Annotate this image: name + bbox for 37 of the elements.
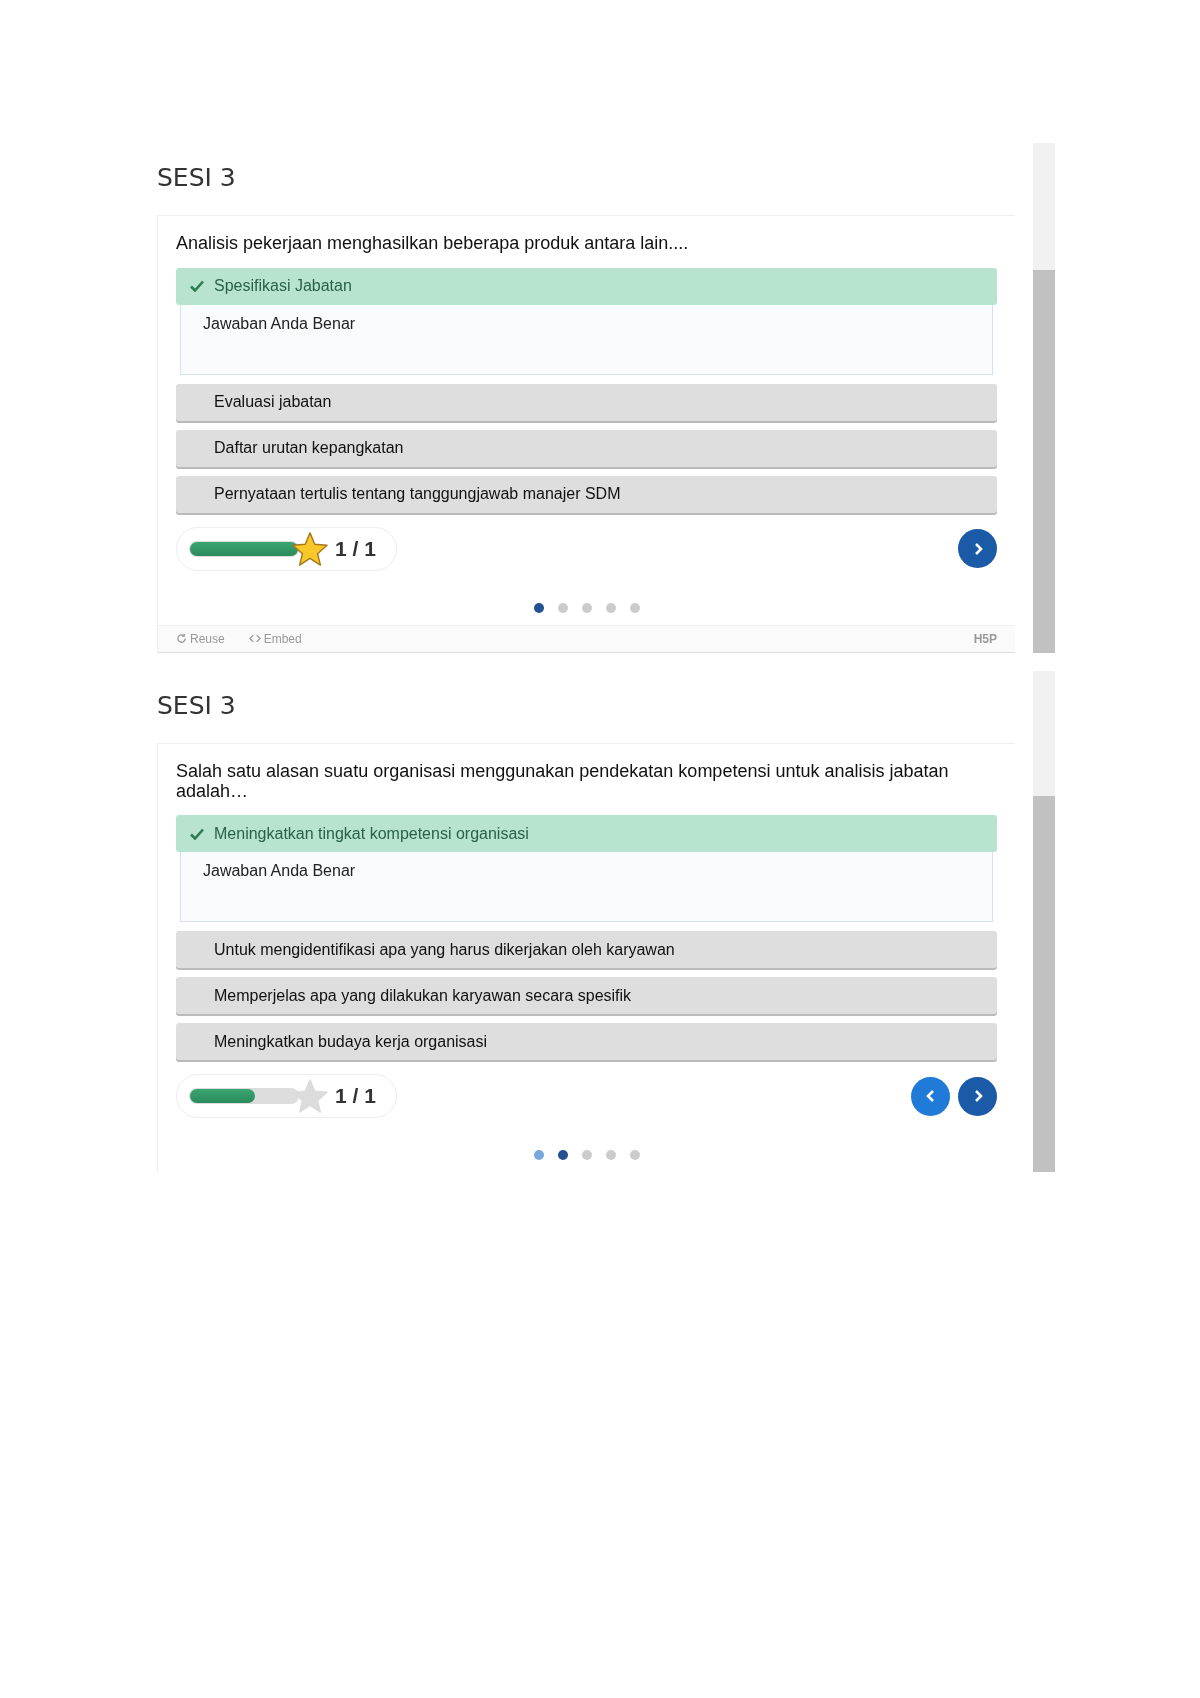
page-dot[interactable]: [557, 1150, 568, 1161]
check-icon: [190, 827, 204, 840]
question-text: Analisis pekerjaan menghasilkan beberapa produk antara lain....: [176, 234, 690, 254]
feedback-text: Jawaban Anda Benar: [203, 862, 356, 880]
answer-option[interactable]: Meningkatkan tingkat kompetensi organisasi: [176, 815, 997, 853]
chevron-left-icon: [924, 1090, 937, 1103]
answer-option[interactable]: Pernyataan tertulis tentang tanggungjawab manajer SDM: [176, 475, 997, 513]
page-dot[interactable]: [605, 1150, 616, 1161]
answer-option[interactable]: Evaluasi jabatan: [176, 383, 997, 421]
refresh-icon: [176, 633, 187, 645]
page-dot[interactable]: [629, 1150, 640, 1161]
answer-option[interactable]: Untuk mengidentifikasi apa yang harus dikerjakan oleh karyawan: [176, 931, 997, 969]
page-dot[interactable]: [629, 602, 640, 613]
page-dot[interactable]: [605, 602, 616, 613]
answer-option[interactable]: Spesifikasi Jabatan: [176, 267, 997, 305]
check-icon: [190, 280, 204, 293]
page-dot[interactable]: [533, 602, 544, 613]
section-title: SESI 3: [157, 690, 237, 721]
score-text: 1 / 1: [335, 536, 376, 561]
answer-option[interactable]: Memperjelas apa yang dilakukan karyawan secara spesifik: [176, 977, 997, 1015]
next-button[interactable]: [958, 1076, 997, 1116]
page-dot[interactable]: [581, 1150, 592, 1161]
scrollbar[interactable]: [1033, 670, 1055, 1173]
feedback-text: Jawaban Anda Benar: [203, 314, 356, 332]
page-dot[interactable]: [581, 602, 592, 613]
scrollbar[interactable]: [1033, 143, 1055, 653]
page-dot[interactable]: [533, 1150, 544, 1161]
page-dot[interactable]: [557, 602, 568, 613]
answer-option[interactable]: Daftar urutan kepangkatan: [176, 429, 997, 467]
code-icon: [248, 634, 261, 644]
question-text: Salah satu alasan suatu organisasi menggunakan pendekatan kompetensi untuk analisis jabatan adalah…: [176, 761, 950, 802]
previous-button[interactable]: [911, 1076, 950, 1116]
score-text: 1 / 1: [335, 1084, 376, 1109]
answer-option[interactable]: Meningkatkan budaya kerja organisasi: [176, 1023, 997, 1061]
section-title: SESI 3: [157, 163, 237, 193]
next-button[interactable]: [958, 529, 997, 569]
h5p-logo: H5P: [973, 631, 997, 646]
